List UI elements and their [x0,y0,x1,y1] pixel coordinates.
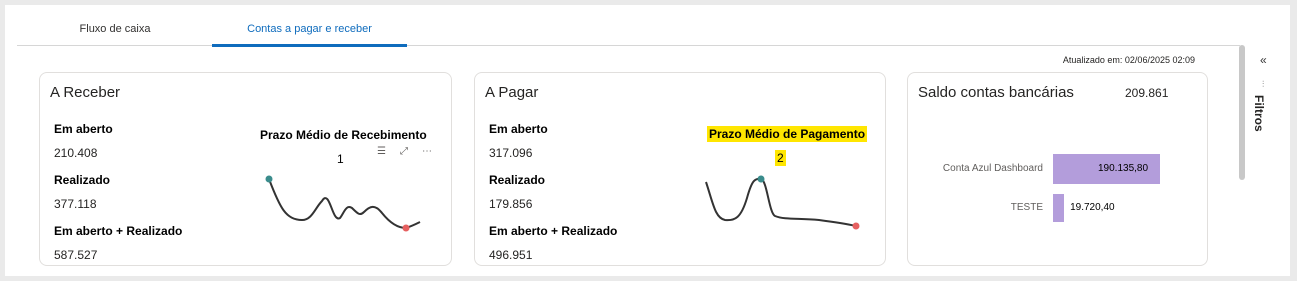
filters-pane[interactable]: « ⫶ Filtros [1250,45,1290,281]
value-em-aberto: 317.096 [489,146,533,160]
sparkline-end-point [852,222,860,230]
card-a-receber[interactable]: A Receber Em aberto 210.408 Realizado 37… [39,72,452,266]
bar-value-label: 190.135,80 [1098,163,1149,174]
bar-value-label: 19.720,40 [1070,202,1115,213]
value-total: 496.951 [489,248,533,262]
prazo-recebimento-value: 1 [337,152,344,166]
bar-category-label: Conta Azul Dashboard [942,163,1043,174]
updated-timestamp: Atualizado em: 02/06/2025 02:09 [1062,55,1195,65]
sparkline-pagamento [705,175,860,230]
label-total: Em aberto + Realizado [489,224,618,238]
bar-category-label: TESTE [1010,202,1043,213]
sparkline-recebimento [265,175,421,232]
label-total: Em aberto + Realizado [54,224,183,238]
bar[interactable] [1053,194,1065,222]
highlighted-value: 2 [775,150,786,166]
card-title: Saldo contas bancárias [918,84,1074,101]
prazo-pagamento-title: Prazo Médio de Pagamento [707,126,868,142]
sparkline-start-point [265,175,273,183]
value-realizado: 377.118 [54,197,97,211]
value-total: 587.527 [54,248,98,262]
filter-icon[interactable]: ☰ [377,146,386,157]
label-realizado: Realizado [54,173,111,187]
value-em-aberto: 210.408 [54,146,98,160]
tab-contas-a-pagar-e-receber[interactable]: Contas a pagar e receber [212,5,407,47]
sparkline-path [705,177,857,227]
prazo-recebimento-title: Prazo Médio de Recebimento [260,128,427,142]
card-title: A Receber [50,84,121,101]
focus-mode-icon[interactable]: ⤢ [400,146,408,157]
card-title: A Pagar [485,84,539,101]
vertical-scrollbar[interactable] [1238,45,1246,281]
sparkline-path [268,178,421,230]
label-realizado: Realizado [489,173,546,187]
card-a-pagar[interactable]: A Pagar Em aberto 317.096 Realizado 179.… [474,72,886,266]
sparkline-peak-point [757,175,765,183]
more-options-icon[interactable]: ⋯ [422,146,432,157]
filter-icon: ⫶ [1262,79,1265,89]
label-em-aberto: Em aberto [54,122,113,136]
tab-fluxo-de-caixa[interactable]: Fluxo de caixa [35,5,195,45]
filters-label: Filtros [1252,95,1266,132]
collapse-chevron-icon[interactable]: « [1260,53,1267,67]
saldo-total: 209.861 [1125,86,1169,100]
prazo-pagamento-value: 2 [775,150,786,166]
active-tab-underline [212,44,407,47]
report-canvas: Fluxo de caixa Contas a pagar e receber … [5,5,1290,276]
value-realizado: 179.856 [489,197,533,211]
highlighted-title: Prazo Médio de Pagamento [707,126,868,142]
tab-bar: Fluxo de caixa Contas a pagar e receber [17,5,1240,47]
sparkline-end-point [402,224,410,232]
visual-header-icons: ☰ ⤢ ⋯ [377,146,437,160]
tab-label: Contas a pagar e receber [247,23,372,35]
scrollbar-thumb[interactable] [1239,45,1245,180]
label-em-aberto: Em aberto [489,122,548,136]
card-saldo-contas[interactable]: Saldo contas bancárias 209.861 Conta Azu… [907,72,1208,266]
